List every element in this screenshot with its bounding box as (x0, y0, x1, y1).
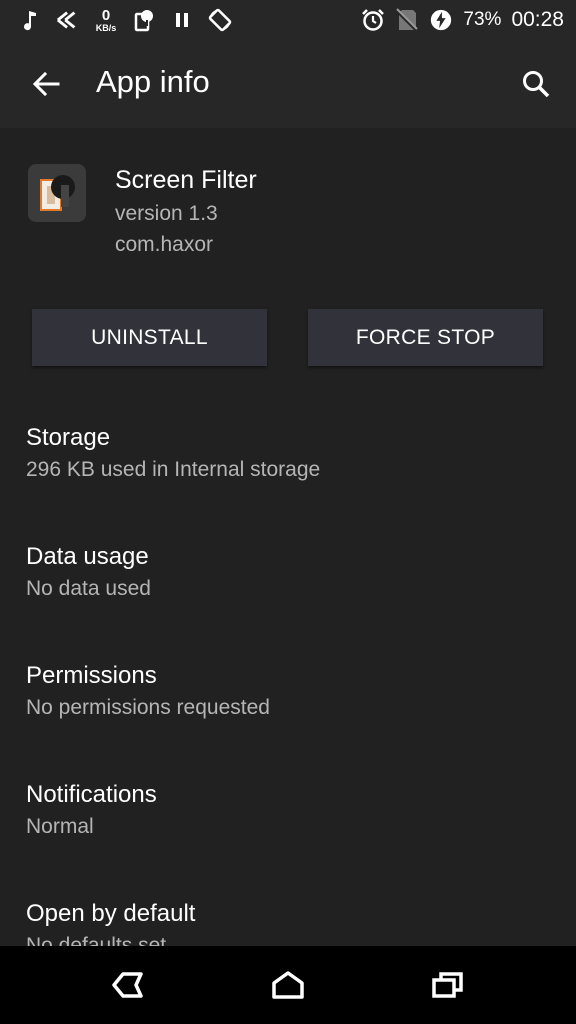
setting-data-usage[interactable]: Data usage No data used (0, 543, 576, 653)
status-clock: 00:28 (511, 8, 564, 31)
setting-summary: No permissions requested (26, 696, 270, 719)
setting-title: Notifications (26, 781, 157, 808)
navigation-bar (0, 946, 576, 1024)
app-bar: App info (0, 40, 576, 128)
nav-home-button[interactable] (256, 961, 320, 1009)
app-package-name: com.haxor (115, 233, 214, 256)
setting-title: Data usage (26, 543, 149, 570)
music-icon (18, 8, 42, 32)
setting-open-by-default[interactable]: Open by default No defaults set (0, 900, 576, 946)
status-right: 73% 00:28 (361, 8, 564, 32)
setting-title: Open by default (26, 900, 196, 927)
app-name: Screen Filter (115, 166, 257, 194)
arrow-back-icon (32, 71, 60, 97)
setting-summary: 296 KB used in Internal storage (26, 458, 321, 481)
battery-percentage: 73% (463, 9, 502, 30)
nav-back-button[interactable] (96, 961, 160, 1009)
setting-summary: Normal (26, 815, 94, 838)
network-speed-value: 0 (101, 6, 111, 24)
battery-charging-icon (429, 8, 453, 32)
rotate-icon (208, 8, 232, 32)
app-version: version 1.3 (115, 202, 218, 225)
search-button[interactable] (512, 60, 560, 108)
sync-icon (56, 8, 80, 32)
app-header: Screen Filter version 1.3 com.haxor (28, 164, 548, 274)
setting-summary: No data used (26, 577, 151, 600)
setting-title: Permissions (26, 662, 157, 689)
status-bar: 0 KB/s 73% 00:28 (0, 0, 576, 40)
status-left: 0 KB/s (18, 8, 232, 32)
page-title: App info (96, 64, 210, 99)
force-stop-button[interactable]: FORCE STOP (308, 309, 543, 366)
nav-back-icon (112, 972, 143, 998)
setting-notifications[interactable]: Notifications Normal (0, 781, 576, 891)
sim-icon (132, 8, 156, 32)
search-icon (523, 71, 550, 98)
nav-recents-icon (432, 972, 463, 998)
network-speed-icon: 0 KB/s (94, 6, 118, 33)
network-speed-unit: KB/s (95, 22, 117, 33)
back-button[interactable] (22, 60, 70, 108)
app-icon (28, 164, 86, 222)
setting-permissions[interactable]: Permissions No permissions requested (0, 662, 576, 772)
uninstall-button[interactable]: UNINSTALL (32, 309, 267, 366)
nav-recents-button[interactable] (416, 961, 480, 1009)
nav-home-icon (272, 971, 304, 999)
alarm-icon (361, 8, 385, 32)
screen-filter-app-icon (40, 175, 75, 211)
setting-title: Storage (26, 424, 111, 451)
app-info-content[interactable]: Screen Filter version 1.3 com.haxor UNIN… (0, 128, 576, 946)
pause-icon (170, 8, 194, 32)
setting-storage[interactable]: Storage 296 KB used in Internal storage (0, 424, 576, 534)
no-signal-icon (395, 8, 419, 32)
setting-summary: No defaults set (26, 934, 167, 946)
